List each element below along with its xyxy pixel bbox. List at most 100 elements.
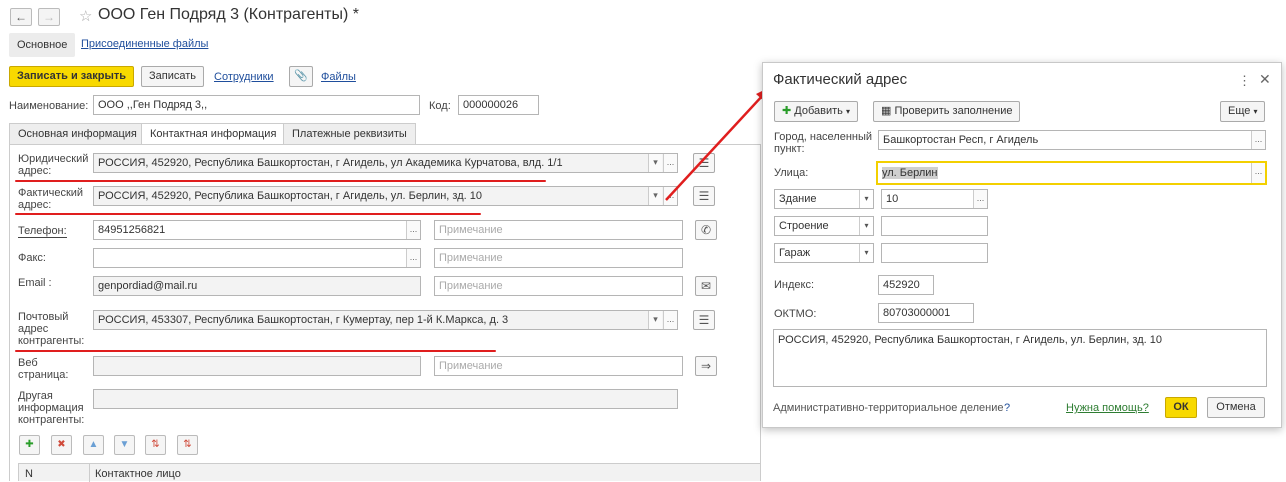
tab-contact-info[interactable]: Контактная информация [141,123,286,145]
column-divider [89,464,90,482]
chevron-down-icon: ▾ [845,107,850,116]
annotation-underline [15,213,481,215]
add-button-label: Добавить [794,105,843,117]
sort-asc-button[interactable]: ⇅ [145,435,166,455]
structure-type-value: Строение [779,220,829,232]
employees-link[interactable]: Сотрудники [214,71,274,83]
sort-desc-button[interactable]: ⇅ [177,435,198,455]
ellipsis-icon[interactable]: ... [1251,131,1265,149]
tab-payment-details[interactable]: Платежные реквизиты [283,123,416,145]
back-button[interactable]: ← [10,8,32,26]
sort-descending-icon: ⇅ [183,439,192,450]
chevron-down-icon: ▾ [859,244,873,262]
more-button[interactable]: Еще ▾ [1220,101,1266,122]
annotation-underline [15,180,546,182]
street-label: Улица: [774,167,809,179]
need-help-link[interactable]: Нужна помощь? [1066,402,1149,414]
files-link[interactable]: Файлы [321,71,356,83]
ellipsis-icon[interactable]: ... [663,311,677,329]
note-placeholder: Примечание [439,280,503,292]
code-field[interactable]: 000000026 [458,95,539,115]
plus-circle-icon: ✚ [782,105,792,117]
window-title: ООО Ген Подряд 3 (Контрагенты) * [98,6,359,23]
kebab-menu-icon[interactable]: ⋮ [1238,73,1251,89]
open-web-button[interactable]: ⇒ [695,356,717,376]
oktmo-field[interactable]: 80703000001 [878,303,974,323]
dropdown-icon[interactable]: ▾ [648,311,662,329]
column-n: N [25,468,33,480]
street-field[interactable]: ул. Берлин ... [876,161,1267,185]
garage-type-select[interactable]: Гараж ▾ [774,243,874,263]
send-email-button[interactable]: ✉ [695,276,717,296]
help-question-icon[interactable]: ? [1004,402,1010,414]
email-field[interactable]: genpordiad@mail.ru [93,276,421,296]
phone-field[interactable]: 84951256821 ... [93,220,421,240]
checklist-icon: ▦ [881,105,892,117]
email-note-field[interactable]: Примечание [434,276,683,296]
admin-division-label[interactable]: Административно-территориальное деление [773,402,1003,414]
actual-address-label: Фактический адрес: [18,187,84,211]
building-type-select[interactable]: Здание ▾ [774,189,874,209]
name-label: Наименование: [9,100,89,112]
chevron-down-icon: ▾ [859,217,873,235]
ok-button[interactable]: ОК [1165,397,1197,418]
close-icon[interactable]: ✕ [1259,71,1271,88]
ellipsis-icon[interactable]: ... [406,221,420,239]
fax-label: Факс: [18,252,46,264]
name-field[interactable]: ООО ,,Ген Подряд 3,, [93,95,420,115]
structure-type-select[interactable]: Строение ▾ [774,216,874,236]
subtab-main[interactable]: Основное [9,33,76,57]
fax-note-field[interactable]: Примечание [434,248,683,268]
legal-address-field[interactable]: РОССИЯ, 452920, Республика Башкортостан,… [93,153,678,173]
phone-note-field[interactable]: Примечание [434,220,683,240]
other-info-field[interactable] [93,389,678,409]
note-placeholder: Примечание [439,224,503,236]
ellipsis-icon[interactable]: ... [1251,163,1265,183]
postal-address-field[interactable]: РОССИЯ, 453307, Республика Башкортостан,… [93,310,678,330]
ellipsis-icon[interactable]: ... [406,249,420,267]
oktmo-label: ОКТМО: [774,308,817,320]
x-circle-icon: ✖ [57,439,66,450]
add-contact-button[interactable]: ✚ [19,435,40,455]
save-button[interactable]: Записать [141,66,205,87]
building-number-field[interactable]: 10 ... [881,189,988,209]
index-field[interactable]: 452920 [878,275,934,295]
plus-circle-icon: ✚ [25,439,34,450]
open-link-icon: ⇒ [700,359,712,373]
delete-contact-button[interactable]: ✖ [51,435,72,455]
column-contact-person: Контактное лицо [95,468,181,480]
move-up-button[interactable]: ▲ [83,435,104,455]
city-field[interactable]: Башкортостан Респ, г Агидель ... [878,130,1266,150]
web-note-field[interactable]: Примечание [434,356,683,376]
cancel-button[interactable]: Отмена [1207,397,1265,418]
envelope-icon: ✉ [700,279,712,293]
tab-main-info[interactable]: Основная информация [9,123,146,145]
more-label: Еще [1228,105,1251,117]
index-label: Индекс: [774,279,815,291]
city-value: Башкортостан Респ, г Агидель [883,134,1039,146]
note-placeholder: Примечание [439,360,503,372]
forward-button[interactable]: → [38,8,60,26]
web-field[interactable] [93,356,421,376]
phone-value: 84951256821 [98,224,166,236]
actual-address-field[interactable]: РОССИЯ, 452920, Республика Башкортостан,… [93,186,678,206]
ellipsis-icon[interactable]: ... [973,190,987,208]
arrow-left-icon: ← [15,10,27,24]
fax-field[interactable]: ... [93,248,421,268]
add-button[interactable]: ✚ Добавить ▾ [774,101,858,122]
save-and-close-button[interactable]: Записать и закрыть [9,66,135,87]
favorite-star-icon[interactable]: ☆ [79,7,92,25]
garage-type-value: Гараж [779,247,811,259]
attach-button[interactable]: 📎 [289,66,313,87]
street-value: ул. Берлин [882,167,938,179]
phone-icon: ✆ [700,223,712,237]
call-button[interactable]: ✆ [695,220,717,240]
address-presentation-field[interactable]: РОССИЯ, 452920, Республика Башкортостан,… [773,329,1267,387]
check-filling-button[interactable]: ▦ Проверить заполнение [873,101,1021,122]
postal-address-menu-button[interactable]: ☰ [693,310,715,330]
subtab-attached-files[interactable]: Присоединенные файлы [81,38,208,50]
legal-address-label: Юридический адрес: [18,153,89,177]
move-down-button[interactable]: ▼ [114,435,135,455]
structure-number-field[interactable] [881,216,988,236]
garage-number-field[interactable] [881,243,988,263]
